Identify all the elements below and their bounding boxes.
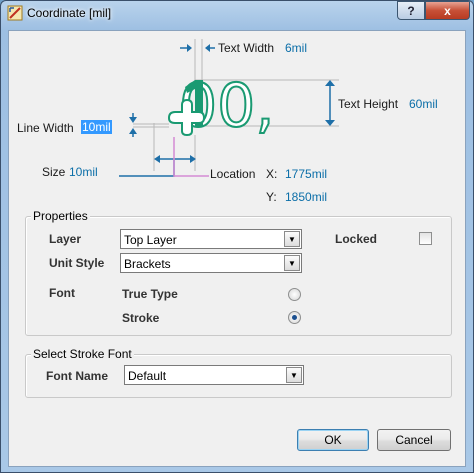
size-label: Size: [42, 165, 66, 179]
text-width-arrows: [180, 44, 215, 52]
title-bar[interactable]: Coordinate [mil] ? x: [1, 1, 473, 27]
dialog-client-area: 00, Text Width 6mil Text Height 60mil Li…: [8, 30, 466, 467]
y-value: 1850mil: [285, 190, 328, 204]
help-button[interactable]: ?: [397, 1, 425, 20]
stroke-radio[interactable]: [288, 311, 301, 324]
size-arrows: [154, 155, 196, 163]
font-name-select[interactable]: Default ▼: [124, 365, 304, 385]
dialog-window: Coordinate [mil] ? x 00, Text Width 6mil…: [0, 0, 474, 473]
line-width-label: Line Width: [17, 121, 74, 135]
font-name-select-value: Default: [128, 369, 167, 383]
location-label: Location: [210, 167, 256, 181]
x-value: 1775mil: [285, 167, 328, 181]
font-name-label: Font Name: [46, 369, 109, 383]
true-type-radio[interactable]: [288, 288, 301, 301]
layer-select[interactable]: Top Layer ▼: [120, 229, 302, 249]
layer-select-value: Top Layer: [124, 233, 177, 247]
line-width-value[interactable]: 10mil: [81, 120, 112, 134]
layer-label: Layer: [49, 232, 82, 246]
ok-button[interactable]: OK: [297, 429, 369, 451]
text-width-value: 6mil: [285, 41, 308, 55]
y-label: Y:: [266, 190, 277, 204]
properties-group-title: Properties: [31, 209, 90, 223]
text-width-label: Text Width: [218, 41, 275, 55]
size-value: 10mil: [69, 165, 98, 179]
window-title: Coordinate [mil]: [27, 6, 112, 20]
locked-label: Locked: [335, 232, 378, 246]
unit-style-label: Unit Style: [49, 256, 105, 270]
coordinate-diagram: 00,: [119, 39, 339, 177]
coordinate-tool-icon: [7, 5, 23, 21]
x-label: X:: [266, 167, 278, 181]
unit-style-dropdown-arrow-icon[interactable]: ▼: [284, 255, 300, 271]
font-name-dropdown-arrow-icon[interactable]: ▼: [286, 367, 302, 383]
text-height-label: Text Height: [338, 97, 399, 111]
text-height-arrow: [325, 80, 335, 126]
true-type-label: True Type: [122, 287, 178, 301]
unit-style-select-value: Brackets: [124, 257, 171, 271]
unit-style-select[interactable]: Brackets ▼: [120, 253, 302, 273]
text-height-value: 60mil: [409, 97, 438, 111]
stroke-font-group-title: Select Stroke Font: [31, 347, 134, 361]
line-width-arrows: [129, 113, 137, 137]
font-label: Font: [49, 286, 75, 300]
cancel-button[interactable]: Cancel: [377, 429, 451, 451]
layer-dropdown-arrow-icon[interactable]: ▼: [284, 231, 300, 247]
stroke-label: Stroke: [122, 311, 160, 325]
locked-checkbox[interactable]: [419, 232, 432, 245]
close-button[interactable]: x: [425, 1, 470, 20]
